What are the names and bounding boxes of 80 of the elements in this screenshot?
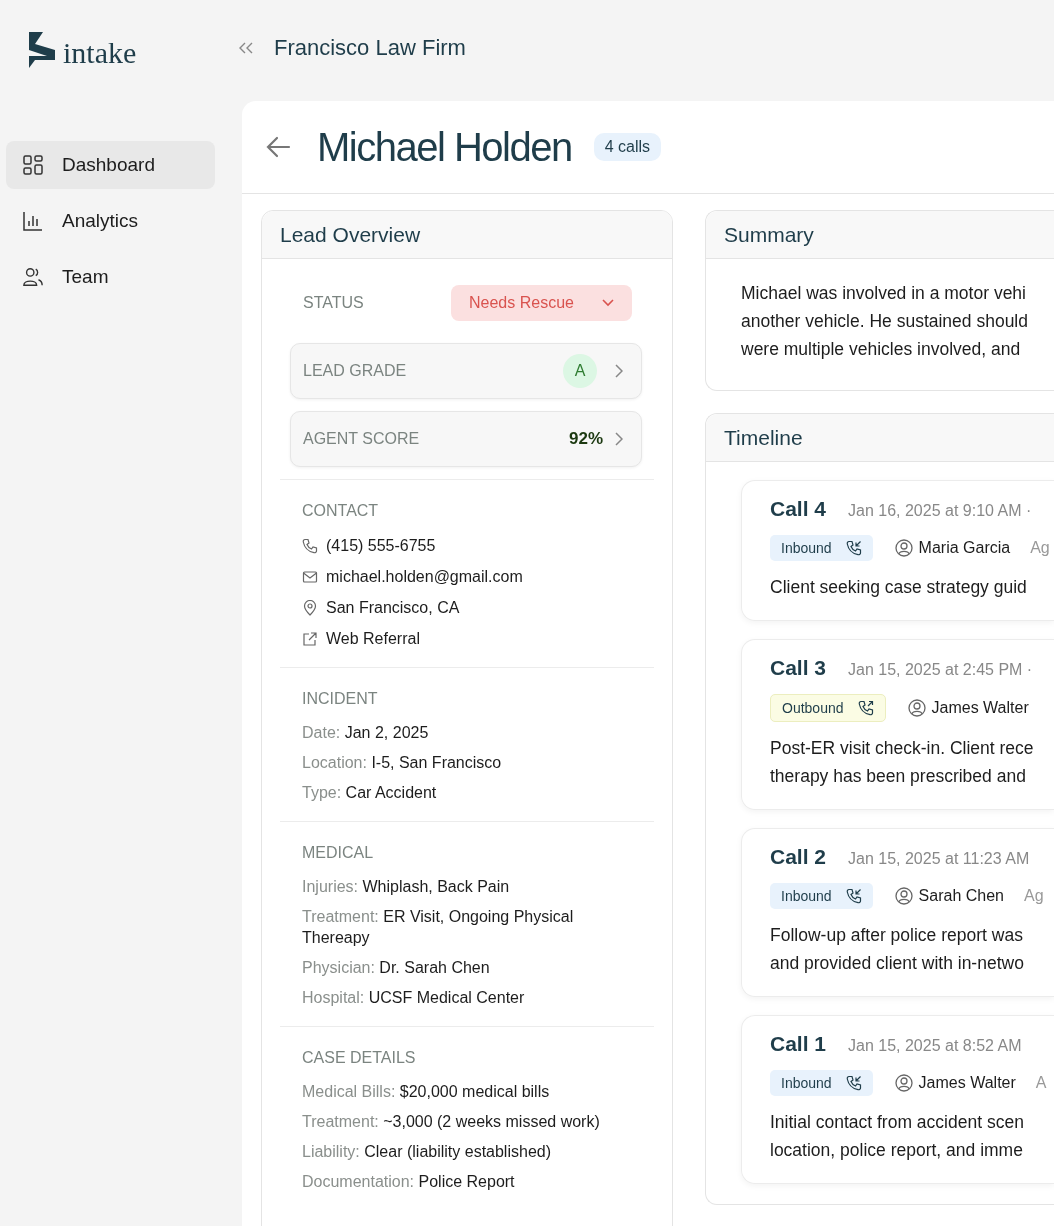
users-icon: [22, 266, 44, 288]
contact-text: (415) 555-6755: [326, 536, 436, 555]
sidebar-item[interactable]: Analytics: [6, 197, 215, 245]
sidebar-item[interactable]: Team: [6, 253, 215, 301]
call-title: Call 1: [770, 1032, 827, 1056]
field-text: Date: Jan 2, 2025: [302, 723, 430, 743]
call-time: Jan 16, 2025 at 9:10 AM ·: [848, 502, 1032, 520]
field-text: Liability: Clear (liability established): [302, 1142, 552, 1162]
field-text: Location: I-5, San Francisco: [302, 753, 503, 773]
call-card[interactable]: Call 2 Jan 15, 2025 at 11:23 AM Inbound Sarah Chen Ag Follow-up after police report was and provided client with in-netwo: [741, 828, 1054, 997]
user-icon: [894, 887, 913, 905]
metric-row[interactable]: AGENT SCORE 92%: [290, 411, 642, 467]
chevron-down-icon: [602, 299, 614, 307]
section-heading: MEDICAL: [302, 844, 375, 862]
call-card[interactable]: Call 4 Jan 16, 2025 at 9:10 AM · Inbound Maria Garcia Ag Client seeking case strategy guid: [741, 480, 1054, 621]
field-text: Documentation: Police Report: [302, 1172, 516, 1192]
field-text: Physician: Dr. Sarah Chen: [302, 958, 491, 978]
agent-name: James Walter: [918, 1074, 1016, 1092]
mail-icon: [302, 568, 318, 585]
direction-tag: Inbound: [770, 883, 873, 909]
field-text: Medical Bills: $20,000 medical bills: [302, 1082, 551, 1102]
section-heading: CASE DETAILS: [302, 1049, 417, 1067]
agent-role-text: Ag: [1024, 887, 1044, 905]
lead-name: Michael Holden: [317, 124, 572, 170]
user-icon: [894, 1074, 913, 1092]
phone-icon: [845, 888, 862, 904]
phone-icon: [302, 537, 318, 554]
field-text: Treatment: ER Visit, Ongoing Physical Thereapy: [302, 907, 575, 948]
field-text: Treatment: ~3,000 (2 weeks missed work): [302, 1112, 601, 1132]
bar-chart-icon: [22, 210, 44, 232]
field-text: Hospital: UCSF Medical Center: [302, 988, 526, 1008]
call-title: Call 2: [770, 845, 827, 869]
summary-text: Michael was involved in a motor vehi another vehicle. He sustained should were multiple vehicles involved, and: [740, 282, 1029, 361]
agent-name: Maria Garcia: [918, 539, 1011, 557]
status-label: STATUS: [303, 294, 364, 312]
call-title: Call 4: [770, 497, 827, 521]
contact-text: San Francisco, CA: [326, 598, 460, 617]
section-heading: CONTACT: [302, 502, 380, 520]
phone-icon: [857, 700, 874, 716]
user-icon: [907, 699, 926, 717]
call-card[interactable]: Call 3 Jan 15, 2025 at 2:45 PM · Outbound James Walter Post-ER visit check-in. Client rece therapy has been prescribed and: [741, 639, 1054, 810]
agent-name: Sarah Chen: [918, 887, 1004, 905]
contact-text: michael.holden@gmail.com: [326, 567, 523, 586]
call-description: Initial contact from accident scen location, police report, and imme: [770, 1111, 1025, 1162]
agent-role-text: A: [1035, 1074, 1047, 1092]
chevron-right-icon: [615, 364, 623, 378]
card-title: Timeline: [724, 425, 803, 450]
agent-name: James Walter: [931, 699, 1029, 717]
section-heading: INCIDENT: [302, 690, 379, 708]
collapse-icon[interactable]: [238, 41, 254, 54]
brand-name: intake: [63, 38, 137, 68]
metric-row[interactable]: LEAD GRADE A: [290, 343, 642, 399]
direction-tag: Inbound: [770, 1070, 873, 1096]
external-link-icon: [302, 630, 318, 647]
grid-icon: [22, 154, 44, 176]
call-count-badge: 4 calls: [593, 133, 662, 161]
card-title: Lead Overview: [280, 222, 421, 247]
phone-icon: [845, 1075, 862, 1091]
location-pin-icon: [302, 599, 318, 616]
contact-text: Web Referral: [326, 629, 420, 648]
field-text: Injuries: Whiplash, Back Pain: [302, 877, 511, 897]
call-card[interactable]: Call 1 Jan 15, 2025 at 8:52 AM Inbound James Walter A Initial contact from accident scen location, police report, and imme: [741, 1015, 1054, 1184]
sidebar-item[interactable]: Dashboard: [6, 141, 215, 189]
call-time: Jan 15, 2025 at 11:23 AM: [848, 850, 1030, 868]
card-title: Summary: [724, 222, 814, 247]
direction-tag: Outbound: [770, 694, 886, 722]
call-description: Follow-up after police report was and provided client with in-netwo: [770, 924, 1025, 975]
field-text: Type: Car Accident: [302, 783, 438, 803]
call-title: Call 3: [770, 656, 827, 680]
direction-tag: Inbound: [770, 535, 873, 561]
firm-title: Francisco Law Firm: [274, 34, 466, 61]
call-time: Jan 15, 2025 at 2:45 PM ·: [848, 661, 1033, 679]
user-icon: [894, 539, 913, 557]
phone-icon: [845, 540, 862, 556]
call-description: Client seeking case strategy guid: [770, 576, 1028, 599]
back-arrow-icon[interactable]: [265, 135, 291, 159]
call-description: Post-ER visit check-in. Client rece therapy has been prescribed and: [770, 737, 1035, 788]
call-time: Jan 15, 2025 at 8:52 AM: [848, 1037, 1022, 1055]
agent-role-text: Ag: [1030, 539, 1050, 557]
chevron-right-icon: [615, 432, 623, 446]
